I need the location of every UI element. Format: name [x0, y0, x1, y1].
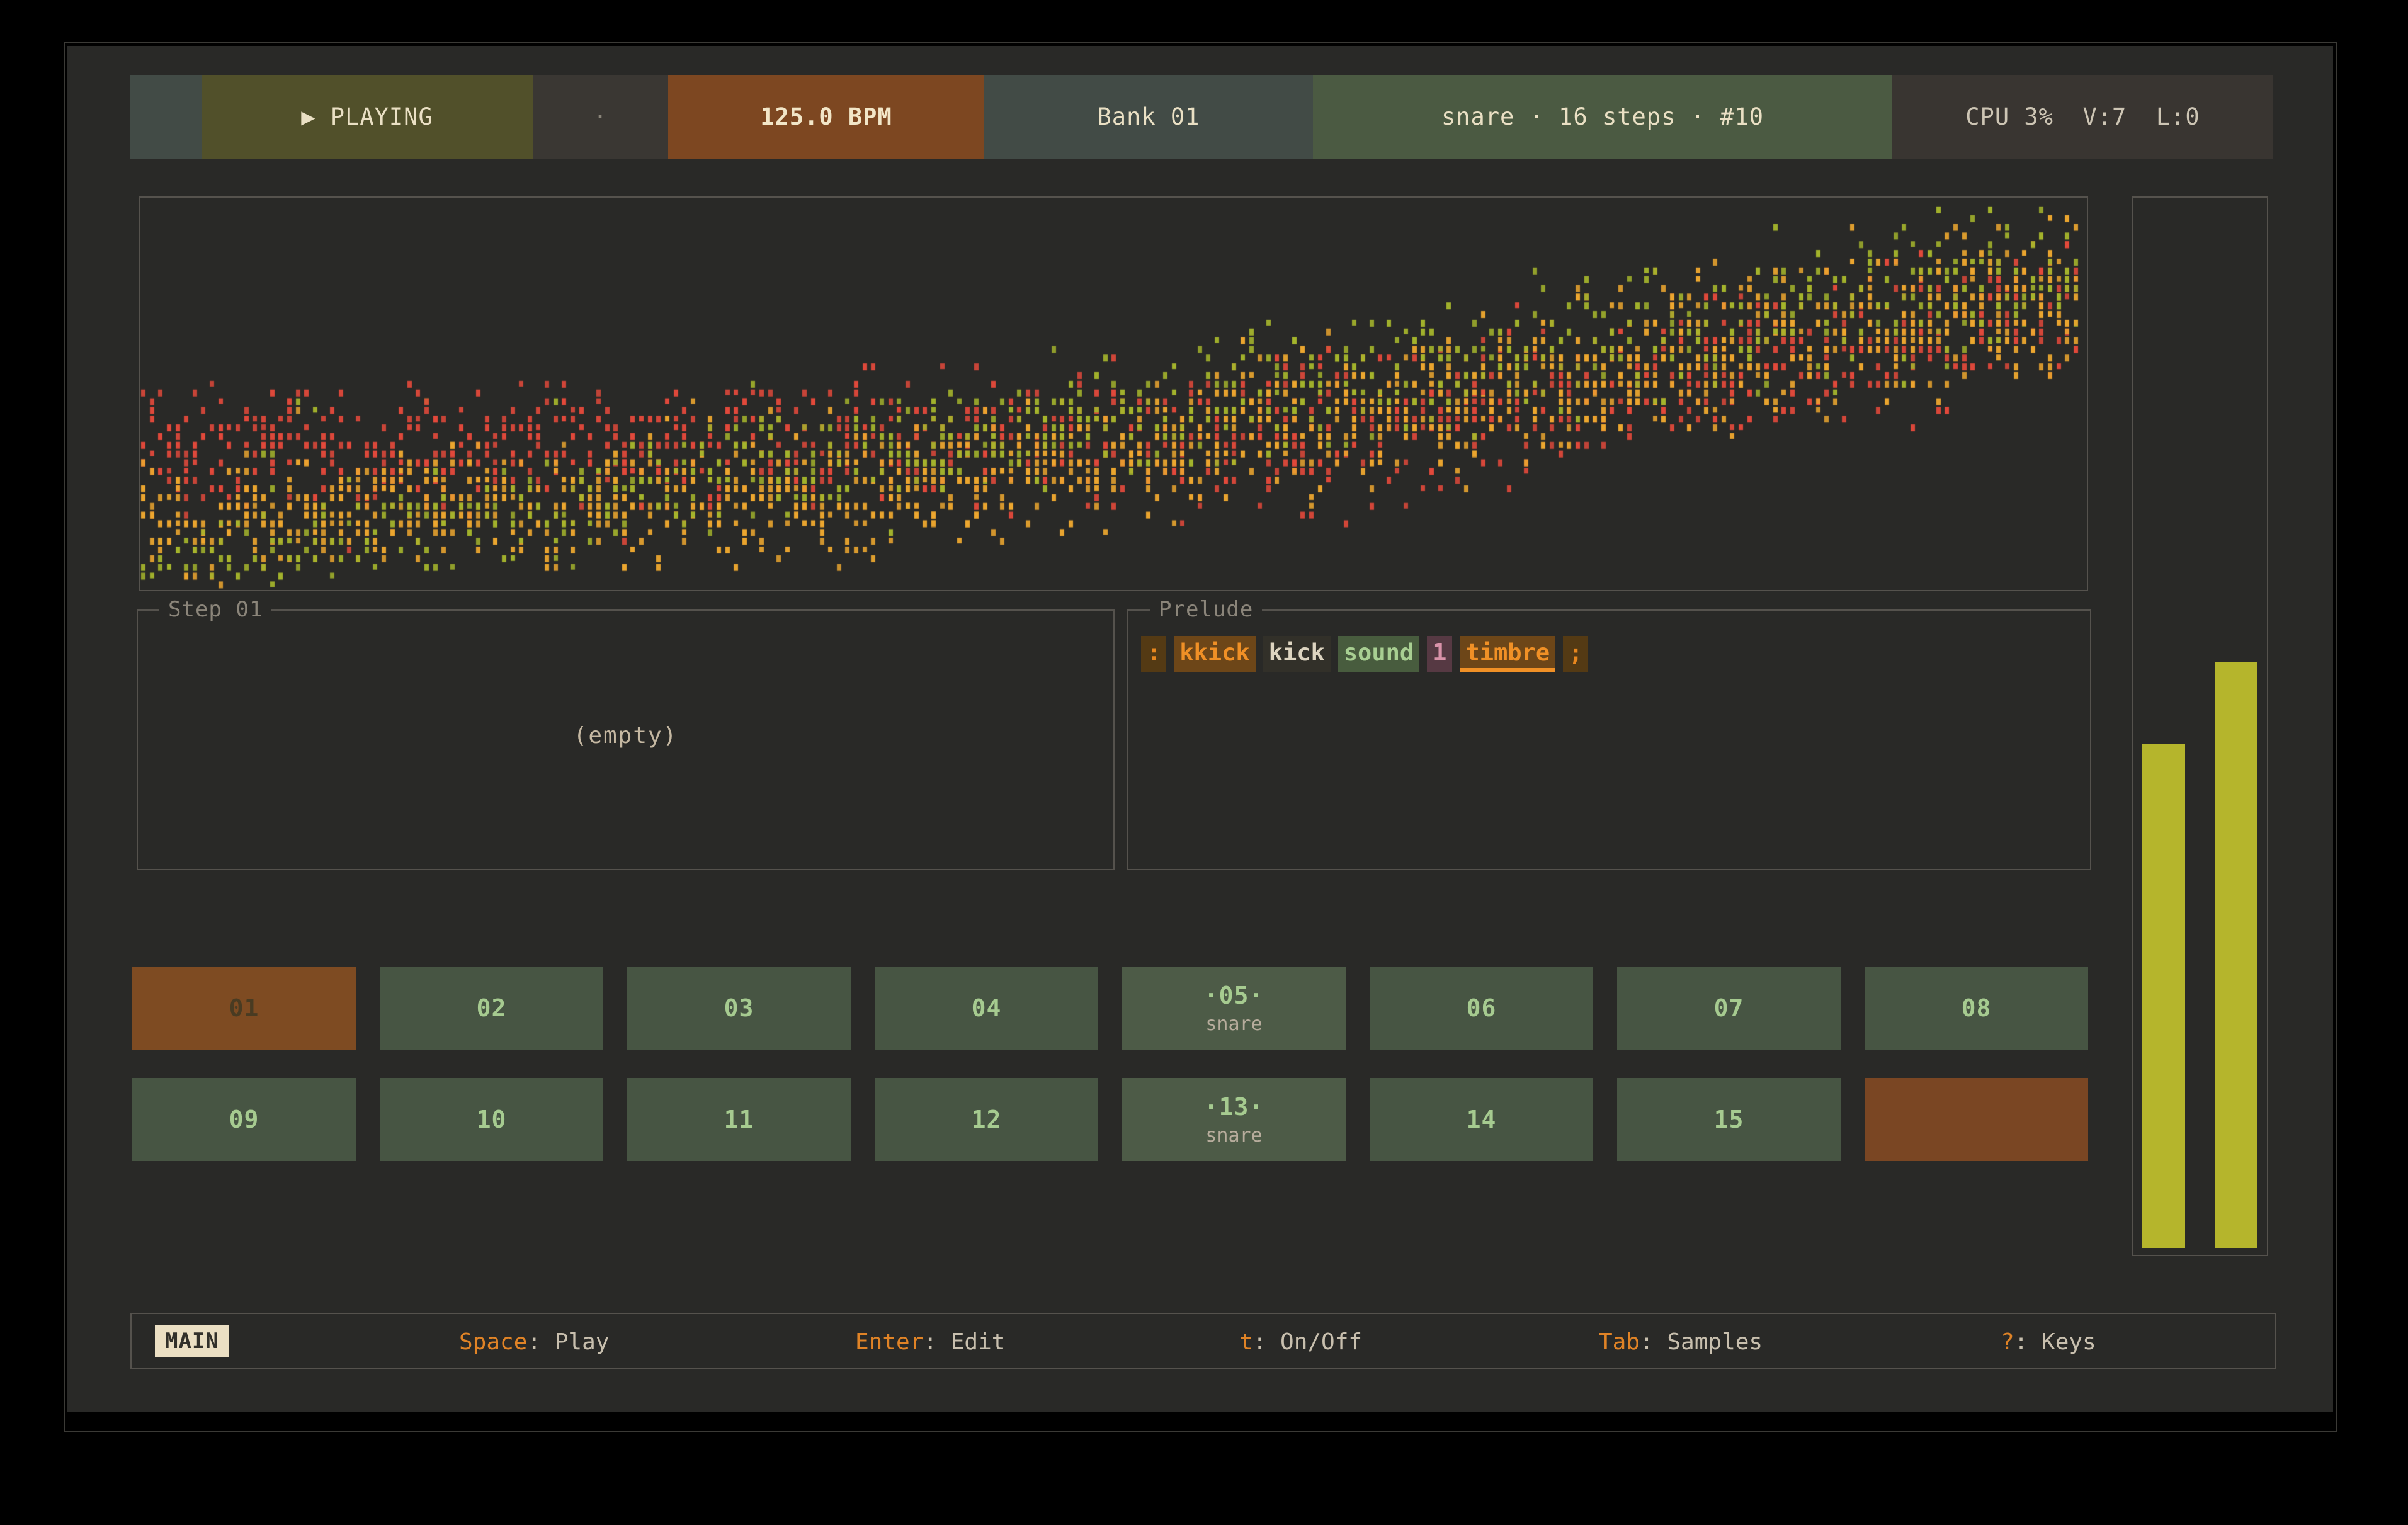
statusbar-segment-transport: ▶ PLAYING: [202, 75, 533, 159]
step-detail-panel: Step 01 (empty): [137, 609, 1115, 870]
step-cell-12[interactable]: 12: [875, 1078, 1098, 1161]
hint-key: t: [1239, 1329, 1253, 1355]
pattern-visualizer-panel: [139, 196, 2088, 591]
step-cell-9[interactable]: 09: [132, 1078, 356, 1161]
step-cell-6[interactable]: 06: [1370, 967, 1593, 1050]
hint-key: Tab: [1599, 1329, 1640, 1355]
level-meter-right: [2215, 662, 2258, 1248]
step-cell-label: 08: [1962, 994, 1992, 1022]
step-cell-14[interactable]: 14: [1370, 1078, 1593, 1161]
prelude-code-line[interactable]: :kkickkicksound1timbre;: [1141, 636, 1588, 672]
statusbar-segment-stats: CPU 3% V:7 L:0: [1892, 75, 2273, 159]
prelude-token-kick[interactable]: kick: [1263, 636, 1331, 672]
step-cell-7[interactable]: 07: [1617, 967, 1841, 1050]
keybind-hint-bar: MAIN Space: Play Enter: Edit t: On/Off Tab:…: [130, 1313, 2276, 1369]
hint-key: Enter: [855, 1329, 923, 1355]
hint-help: ?: Keys: [2001, 1329, 2096, 1355]
step-cell-13[interactable]: ·13· snare: [1122, 1078, 1346, 1161]
step-cell-sample-name: snare: [1205, 1125, 1262, 1147]
step-cell-label: 02: [477, 994, 507, 1022]
step-cell-label: ·05·: [1204, 982, 1264, 1009]
step-cell-label: 04: [972, 994, 1002, 1022]
step-cell-label: 03: [724, 994, 754, 1022]
app-content: ▶ PLAYING·125.0 BPMBank 01snare · 16 ste…: [67, 46, 2333, 1412]
hint-t: t: On/Off: [1239, 1329, 1362, 1355]
hint-desc: : Samples: [1640, 1329, 1763, 1355]
prelude-token-punct6[interactable]: ;: [1563, 636, 1588, 672]
prelude-editor-panel[interactable]: Prelude :kkickkicksound1timbre;: [1127, 609, 2091, 870]
status-bar: ▶ PLAYING·125.0 BPMBank 01snare · 16 ste…: [130, 75, 2273, 159]
hint-desc: : Edit: [923, 1329, 1005, 1355]
hint-key: Space: [459, 1329, 527, 1355]
step-cell-2[interactable]: 02: [380, 967, 603, 1050]
step-cell-label: 14: [1467, 1106, 1497, 1133]
step-cell-4[interactable]: 04: [875, 967, 1098, 1050]
step-cell-3[interactable]: 03: [627, 967, 851, 1050]
step-cell-sample-name: snare: [1205, 1013, 1262, 1035]
step-cell-1[interactable]: 01: [132, 967, 356, 1050]
step-cell-label: 12: [972, 1106, 1002, 1133]
hint-tab: Tab: Samples: [1599, 1329, 1763, 1355]
prelude-token-sound[interactable]: sound: [1338, 636, 1419, 672]
step-cell-label: 10: [477, 1106, 507, 1133]
mode-badge: MAIN: [155, 1325, 229, 1357]
step-cell-15[interactable]: 15: [1617, 1078, 1841, 1161]
step-cell-8[interactable]: 08: [1865, 967, 2088, 1050]
prelude-token-1[interactable]: 1: [1427, 636, 1452, 672]
step-cell-10[interactable]: 10: [380, 1078, 603, 1161]
step-cell-label: 07: [1714, 994, 1744, 1022]
step-cell-label: 06: [1467, 994, 1497, 1022]
app-screen: ▶ PLAYING·125.0 BPMBank 01snare · 16 ste…: [0, 0, 2408, 1525]
step-cell-label: ·13·: [1204, 1093, 1264, 1121]
statusbar-segment-bpm: 125.0 BPM: [668, 75, 984, 159]
step-empty-placeholder: (empty): [138, 723, 1113, 749]
prelude-token-punct0[interactable]: :: [1141, 636, 1166, 672]
app-window: ▶ PLAYING·125.0 BPMBank 01snare · 16 ste…: [64, 42, 2337, 1432]
hint-desc: : Play: [527, 1329, 609, 1355]
statusbar-segment-separator: ·: [533, 75, 668, 159]
hint-space: Space: Play: [459, 1329, 609, 1355]
prelude-token-kkick[interactable]: kkick: [1174, 636, 1255, 672]
step-cell-5[interactable]: ·05· snare: [1122, 967, 1346, 1050]
hint-desc: : Keys: [2014, 1329, 2096, 1355]
step-cell-label: 01: [229, 994, 259, 1022]
step-panel-title: Step 01: [159, 597, 271, 622]
statusbar-segment-bank: Bank 01: [984, 75, 1313, 159]
step-cell-16[interactable]: [1865, 1078, 2088, 1161]
statusbar-segment-pad: [130, 75, 202, 159]
scatter-visualization-canvas: [140, 198, 2087, 590]
level-meter-left: [2142, 744, 2185, 1248]
hint-desc: : On/Off: [1253, 1329, 1362, 1355]
step-cell-label: 11: [724, 1106, 754, 1133]
hint-enter: Enter: Edit: [855, 1329, 1005, 1355]
step-cell-label: 15: [1714, 1106, 1744, 1133]
statusbar-segment-track-info: snare · 16 steps · #10: [1313, 75, 1892, 159]
step-cell-label: 09: [229, 1106, 259, 1133]
prelude-panel-title: Prelude: [1150, 597, 1262, 622]
prelude-token-timbre[interactable]: timbre: [1460, 636, 1555, 672]
hint-key: ?: [2001, 1329, 2014, 1355]
level-meters-panel: [2132, 196, 2268, 1256]
step-cell-11[interactable]: 11: [627, 1078, 851, 1161]
